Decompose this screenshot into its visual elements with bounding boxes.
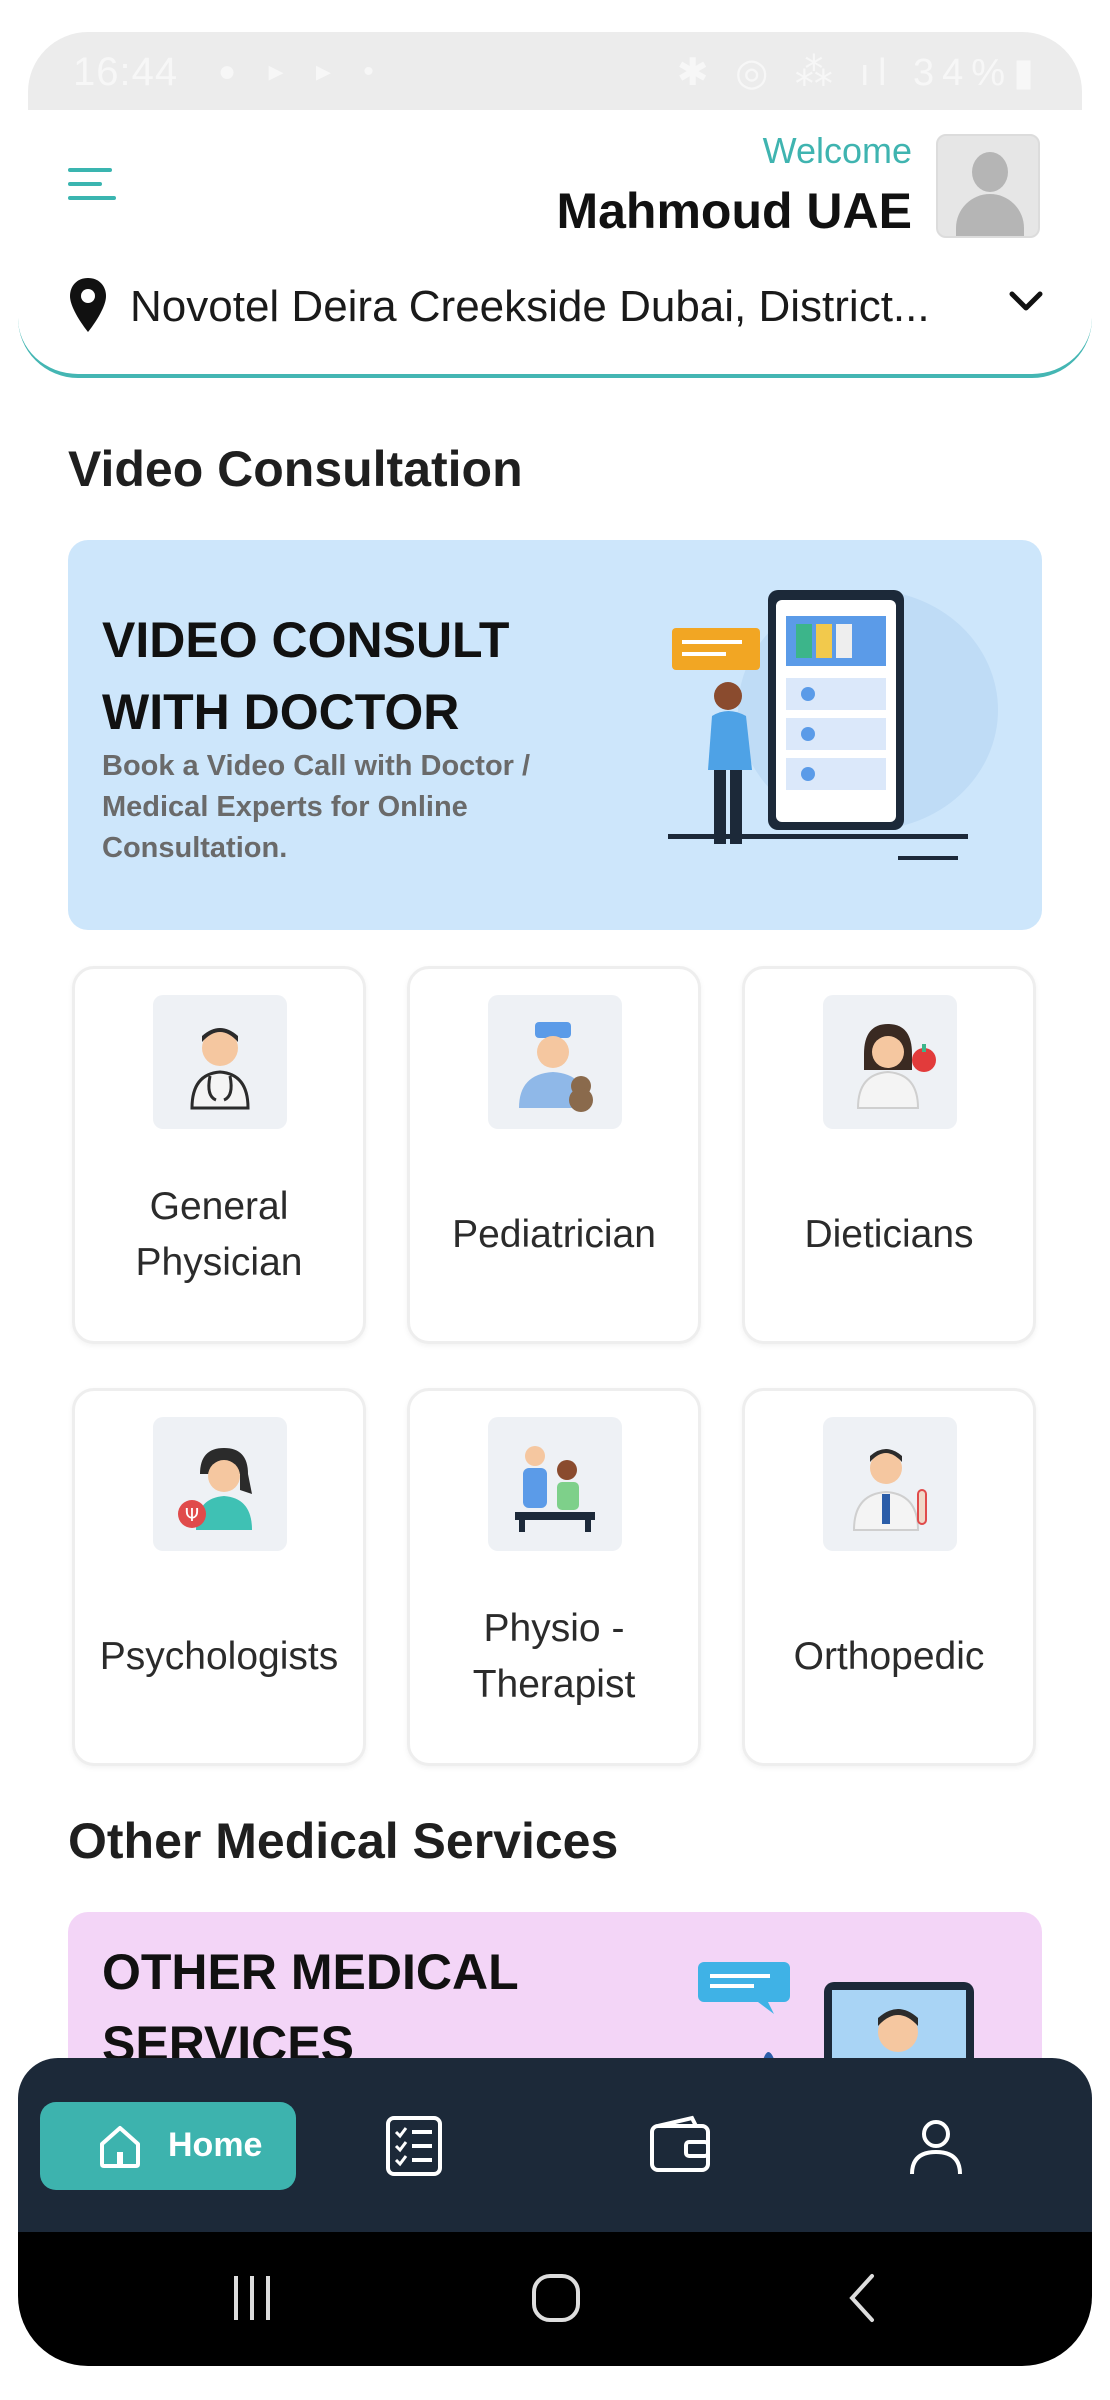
welcome-text: Welcome: [762, 130, 912, 171]
nav-home-button[interactable]: Home: [40, 2102, 296, 2190]
specialty-label-line1: Dieticians: [804, 1213, 974, 1256]
specialty-label: General Physician: [75, 1165, 363, 1305]
bottom-navigation: Home: [18, 2058, 1092, 2232]
chevron-down-icon[interactable]: [1006, 286, 1046, 316]
video-consult-illustration: [668, 590, 998, 860]
other-section-title: Other Medical Services: [68, 1813, 619, 1869]
doctor-icon: [153, 995, 287, 1129]
svg-text:Ψ: Ψ: [185, 1505, 199, 1526]
avatar[interactable]: [936, 134, 1040, 238]
specialty-label: Orthopedic: [745, 1587, 1033, 1727]
location-text: Novotel Deira Creekside Dubai, District.…: [130, 282, 930, 331]
video-section-title: Video Consultation: [68, 441, 523, 497]
video-banner-title: VIDEO CONSULT WITH DOCTOR: [102, 604, 622, 748]
other-banner-title-line1: OTHER MEDICAL: [102, 1944, 519, 2000]
signal-icons: ✱ ◎ ⁂ ıl: [676, 52, 914, 94]
video-banner-title-line2: WITH DOCTOR: [102, 684, 460, 740]
profile-icon[interactable]: [904, 2114, 968, 2178]
specialty-label: Dieticians: [745, 1165, 1033, 1305]
avatar-head: [972, 152, 1008, 192]
specialty-label-line1: Orthopedic: [793, 1635, 985, 1678]
battery-level: 34%: [913, 52, 1014, 94]
status-bar: 16:44 ● ▸ ▸ • ✱ ◎ ⁂ ıl 34%▮: [28, 32, 1082, 110]
specialty-label-line1: General: [149, 1185, 289, 1228]
pediatrician-icon: [488, 995, 622, 1129]
specialty-card-orthopedic[interactable]: Orthopedic: [742, 1388, 1036, 1766]
specialty-card-physio-therapist[interactable]: Physio - Therapist: [407, 1388, 701, 1766]
wallet-icon[interactable]: [648, 2114, 712, 2178]
specialty-label: Pediatrician: [410, 1165, 698, 1305]
specialty-label-line2: Physician: [135, 1241, 303, 1284]
app-header: Welcome Mahmoud UAE Novotel Deira Creeks…: [18, 110, 1092, 378]
system-navigation-bar: [18, 2232, 1092, 2366]
video-banner-description: Book a Video Call with Doctor / Medical …: [102, 746, 572, 869]
physiotherapist-icon: [488, 1417, 622, 1551]
specialty-card-general-physician[interactable]: General Physician: [72, 966, 366, 1344]
specialty-label-line1: Physio -: [483, 1607, 625, 1650]
recent-apps-icon[interactable]: [228, 2270, 278, 2326]
location-selector[interactable]: Novotel Deira Creekside Dubai, District.…: [68, 270, 1068, 340]
battery-icon: ▮: [1013, 52, 1042, 94]
video-consult-banner[interactable]: VIDEO CONSULT WITH DOCTOR Book a Video C…: [68, 540, 1042, 930]
specialty-card-psychologists[interactable]: Ψ Psychologists: [72, 1388, 366, 1766]
specialty-label-line2: Therapist: [472, 1663, 636, 1706]
avatar-body: [956, 194, 1024, 236]
specialty-card-pediatrician[interactable]: Pediatrician: [407, 966, 701, 1344]
location-pin-icon: [70, 278, 106, 332]
video-banner-desc-line2: Medical Experts for Online: [102, 791, 468, 823]
specialty-label-line1: Psychologists: [99, 1635, 339, 1678]
dietician-icon: [823, 995, 957, 1129]
specialty-label: Psychologists: [75, 1587, 363, 1727]
specialty-card-dieticians[interactable]: Dieticians: [742, 966, 1036, 1344]
nav-home-label: Home: [168, 2126, 263, 2164]
video-banner-desc-line1: Book a Video Call with Doctor /: [102, 750, 531, 782]
menu-icon[interactable]: [68, 162, 118, 206]
back-icon[interactable]: [838, 2270, 888, 2326]
specialty-grid: General Physician Pediatrician Dietician…: [72, 966, 1036, 1766]
orthopedic-icon: [823, 1417, 957, 1551]
notification-icons: ● ▸ ▸ •: [218, 55, 386, 88]
status-right: ✱ ◎ ⁂ ıl 34%▮: [677, 50, 1042, 95]
specialty-label: Physio - Therapist: [410, 1587, 698, 1727]
psychologist-icon: Ψ: [153, 1417, 287, 1551]
status-time: 16:44: [73, 50, 179, 94]
user-name: Mahmoud UAE: [556, 183, 912, 239]
home-icon: [100, 2126, 140, 2168]
specialty-label-line1: Pediatrician: [452, 1213, 656, 1256]
video-banner-desc-line3: Consultation.: [102, 832, 288, 864]
checklist-icon[interactable]: [382, 2114, 446, 2178]
home-system-icon[interactable]: [528, 2270, 584, 2326]
video-banner-title-line1: VIDEO CONSULT: [102, 612, 510, 668]
